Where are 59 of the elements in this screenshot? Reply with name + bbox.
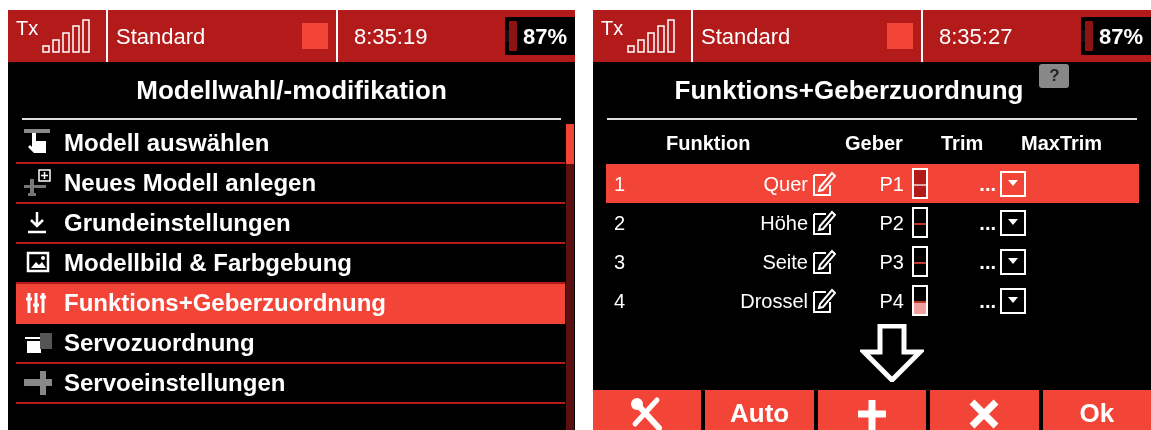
battery-icon	[504, 21, 519, 51]
dropdown-icon	[1000, 248, 1026, 275]
help-button[interactable]: ?	[1039, 64, 1070, 88]
battery-icon	[1080, 21, 1095, 51]
function-name: Seite	[762, 249, 808, 275]
column-header: Geber	[845, 131, 903, 156]
table-row[interactable]: 1 Quer P1 ...	[606, 164, 1139, 203]
menu-item[interactable]: Grundeinstellungen	[16, 204, 565, 244]
softkey-button[interactable]: Auto	[705, 390, 814, 430]
profile-name: Standard	[701, 22, 791, 51]
menu-item[interactable]: Neues Modell anlegen	[16, 164, 565, 204]
control-name: P4	[879, 288, 904, 314]
dropdown-icon	[1000, 287, 1026, 314]
tx-label: Tx	[601, 18, 624, 38]
clock-time: 8:35:27	[939, 22, 1014, 51]
delete-button[interactable]	[930, 390, 1039, 430]
function-name: Höhe	[760, 210, 808, 236]
down-arrow-icon	[860, 324, 924, 382]
profile-name: Standard	[116, 22, 206, 51]
column-header: Funktion	[666, 131, 751, 156]
status-indicator	[887, 23, 913, 49]
battery-percent: 87%	[1098, 22, 1143, 51]
control-name: P2	[879, 210, 904, 236]
edit-icon	[812, 287, 836, 314]
row-number: 2	[613, 210, 627, 236]
screen-title: Modellwahl/-modifikation	[136, 73, 447, 107]
row-number: 1	[613, 171, 627, 197]
column-header: MaxTrim	[1021, 131, 1103, 156]
trim-value: ...	[979, 171, 996, 197]
screen-title: Funktions+Geberzuordnung	[674, 73, 1024, 107]
tx-label: Tx	[16, 18, 39, 38]
edit-icon	[812, 248, 836, 275]
battery-percent: 87%	[522, 22, 567, 51]
control-name: P1	[879, 171, 904, 197]
function-name: Quer	[763, 171, 808, 197]
softkey-button[interactable]: Ok	[1042, 390, 1151, 430]
table-row[interactable]: 3 Seite P3 ...	[606, 242, 1139, 281]
function-name: Drossel	[740, 288, 808, 314]
trim-value: ...	[979, 288, 996, 314]
status-indicator	[302, 23, 328, 49]
edit-icon	[812, 209, 836, 236]
menu-item[interactable]: Modell auswählen	[16, 124, 565, 164]
dropdown-icon	[1000, 170, 1026, 197]
trim-value: ...	[979, 249, 996, 275]
tools-button[interactable]	[593, 390, 702, 430]
dropdown-icon	[1000, 209, 1026, 236]
control-name: P3	[879, 249, 904, 275]
menu-item[interactable]: Funktions+Geberzuordnung	[16, 284, 565, 324]
table-row[interactable]: 2 Höhe P2 ...	[606, 203, 1139, 242]
plus-button[interactable]	[817, 390, 927, 430]
clock-time: 8:35:19	[354, 22, 429, 51]
table-row[interactable]: 4 Drossel P4 ...	[606, 281, 1139, 320]
row-number: 4	[613, 288, 627, 314]
menu-item[interactable]: Servozuordnung	[16, 324, 565, 364]
trim-value: ...	[979, 210, 996, 236]
row-number: 3	[613, 249, 627, 275]
column-header: Trim	[941, 131, 984, 156]
edit-icon	[812, 170, 836, 197]
menu-item[interactable]: Servoeinstellungen	[16, 364, 565, 404]
